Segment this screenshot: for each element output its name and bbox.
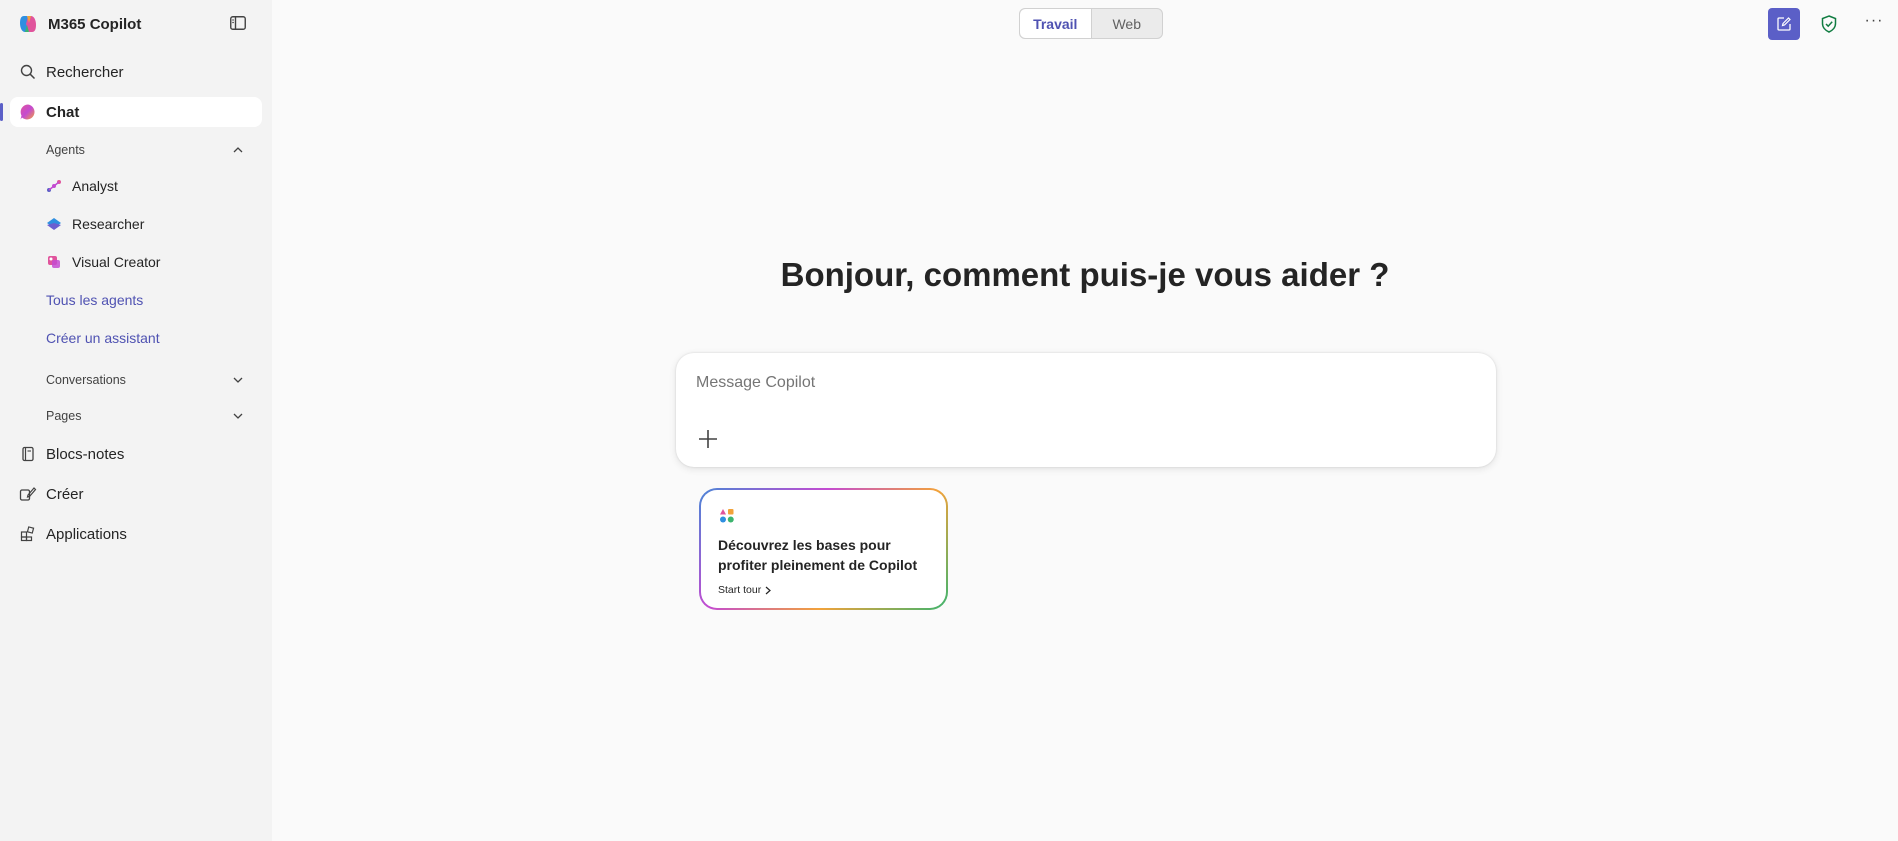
app-brand[interactable]: M365 Copilot [18, 12, 141, 36]
add-attachment-icon[interactable] [696, 427, 720, 451]
visual-creator-icon [48, 256, 60, 268]
chevron-right-icon [765, 586, 772, 594]
agent-item-analyst[interactable]: Analyst [46, 173, 118, 199]
agent-label: Researcher [72, 216, 145, 232]
sidebar-item-search[interactable]: Rechercher [0, 57, 262, 87]
all-agents-link[interactable]: Tous les agents [46, 292, 143, 308]
conversations-section-header[interactable]: Conversations [46, 368, 246, 392]
researcher-icon [47, 218, 61, 230]
agent-label: Analyst [72, 178, 118, 194]
compose-icon [1777, 17, 1791, 31]
pages-section-header[interactable]: Pages [46, 404, 246, 428]
apps-shapes-icon [720, 509, 734, 523]
mode-option-web[interactable]: Web [1092, 9, 1163, 38]
sidebar-item-label: Créer [46, 485, 84, 503]
analyst-icon [47, 180, 61, 192]
greeting-heading: Bonjour, comment puis-je vous aider ? [780, 256, 1390, 293]
sidebar: M365 Copilot Rechercher Chat Agents Anal… [0, 0, 272, 841]
sidebar-item-notebooks[interactable]: Blocs-notes [0, 439, 262, 469]
sidebar-item-label: Rechercher [46, 63, 124, 81]
copilot-logo-icon [20, 16, 36, 32]
sidebar-item-label: Chat [46, 103, 80, 121]
more-options-icon[interactable]: ··· [1862, 12, 1886, 36]
section-label: Agents [46, 143, 85, 157]
tour-card-body: Découvrez les bases pour profiter pleine… [701, 490, 946, 608]
message-composer [676, 353, 1496, 467]
mode-option-work[interactable]: Travail [1020, 9, 1092, 38]
agent-label: Visual Creator [72, 254, 161, 270]
start-tour-label: Start tour [718, 584, 762, 596]
sidebar-item-chat[interactable]: Chat [0, 97, 262, 127]
agent-item-researcher[interactable]: Researcher [46, 211, 144, 237]
search-icon [18, 62, 38, 82]
agent-item-visual-creator[interactable]: Visual Creator [46, 249, 160, 275]
section-label: Pages [46, 409, 82, 423]
collapse-sidebar-button[interactable] [228, 14, 248, 32]
chevron-down-icon [233, 377, 243, 383]
start-tour-link[interactable]: Start tour [718, 584, 772, 596]
section-label: Conversations [46, 373, 126, 387]
apps-icon [18, 524, 38, 544]
new-chat-button[interactable] [1768, 8, 1800, 40]
sidebar-toggle-icon [230, 16, 246, 30]
chevron-down-icon [233, 413, 243, 419]
app-title: M365 Copilot [48, 15, 142, 33]
chevron-up-icon [233, 147, 243, 153]
start-tour-card[interactable]: Découvrez les bases pour profiter pleine… [699, 488, 948, 610]
create-icon [18, 484, 38, 504]
sidebar-item-create[interactable]: Créer [0, 479, 262, 509]
message-input[interactable] [696, 371, 1456, 395]
notebook-icon [18, 444, 38, 464]
mode-switch: Travail Web [1019, 8, 1163, 39]
tour-card-title: Découvrez les bases pour profiter pleine… [718, 537, 918, 573]
sidebar-item-label: Blocs-notes [46, 445, 125, 463]
chat-icon [18, 102, 38, 122]
shield-check-icon[interactable] [1819, 14, 1839, 34]
agents-section-header[interactable]: Agents [46, 138, 246, 162]
sidebar-item-applications[interactable]: Applications [0, 519, 262, 549]
sidebar-item-label: Applications [46, 525, 127, 543]
create-assistant-link[interactable]: Créer un assistant [46, 330, 160, 346]
